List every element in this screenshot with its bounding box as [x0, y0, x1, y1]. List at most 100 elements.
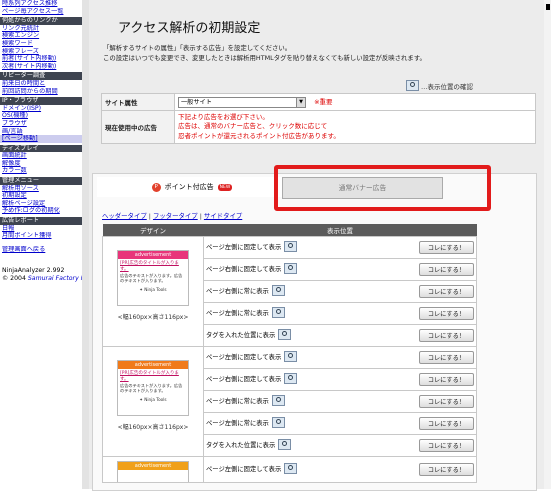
point-icon: P: [151, 182, 161, 192]
highlight-box: [274, 165, 491, 211]
new-badge: NEW: [217, 183, 233, 191]
choose-button[interactable]: コレにする！: [418, 351, 474, 364]
magnifier-icon[interactable]: [284, 373, 298, 384]
choose-button[interactable]: コレにする！: [418, 329, 474, 342]
sidebar-item[interactable]: 月間ポイント獲得: [0, 232, 82, 240]
position-label: ページ右側に固定して表示: [206, 266, 282, 273]
side-type-link[interactable]: サイドタイプ: [204, 212, 242, 220]
ad-title: [PR]広告のタイトルが入ります。: [120, 261, 179, 272]
table-row: advertisement [PR]広告のタイトルが入ります。 広告のテキストが…: [102, 236, 477, 347]
ad-preview: advertisement: [117, 461, 189, 482]
magnifier-icon[interactable]: [278, 439, 292, 450]
magnifier-icon[interactable]: [284, 463, 298, 474]
magnifier-icon[interactable]: [271, 395, 285, 406]
position-label: ページ右側に常に表示: [206, 288, 269, 295]
sidebar-item[interactable]: リンク元統計: [0, 25, 82, 33]
ad-preview-cell: advertisement [PR]広告のタイトルが入ります。 広告のテキストが…: [102, 236, 204, 347]
position-cell: コレにする！ ページ左側に固定して表示: [203, 236, 477, 259]
choose-button[interactable]: コレにする！: [418, 241, 474, 254]
choose-button[interactable]: コレにする！: [418, 439, 474, 452]
sidebar-item[interactable]: 日報: [0, 225, 82, 233]
description-line: 「解析するサイトの属性」「表示する広告」を設定してください。: [103, 44, 292, 52]
right-edge: [544, 0, 551, 489]
footer-type-link[interactable]: フッタータイプ: [153, 212, 198, 220]
site-attr-value: 一般サイト: [181, 98, 212, 106]
table-row: advertisement [PR]広告のタイトルが入ります。 広告のテキストが…: [102, 346, 477, 457]
site-attr-label: サイト属性: [101, 93, 175, 111]
site-attr-select[interactable]: 一般サイト ▼: [178, 96, 306, 108]
footer-version: NinjaAnalyzer 2.992: [2, 267, 65, 275]
sidebar-item[interactable]: 前回訪問からの期間: [0, 88, 82, 96]
ad-text: 広告のテキストが入ります。広告のテキストが入ります。: [120, 273, 183, 283]
position-help-link[interactable]: …表示位置の確認: [406, 80, 473, 91]
sidebar-gutter: [82, 0, 89, 489]
sidebar-item[interactable]: 次者(サイト内移動): [0, 63, 82, 71]
header-type-link[interactable]: ヘッダータイプ: [102, 212, 147, 220]
position-label: ページ左側に固定して表示: [206, 354, 282, 361]
choose-button[interactable]: コレにする！: [418, 307, 474, 320]
sidebar-item[interactable]: 検索フレーズ: [0, 48, 82, 56]
choose-button[interactable]: コレにする！: [418, 373, 474, 386]
magnifier-icon[interactable]: [278, 329, 292, 340]
position-label: ページ左側に常に表示: [206, 420, 269, 427]
ad-type-links: ヘッダータイプ | フッタータイプ | サイドタイプ: [102, 212, 243, 220]
magnifier-icon[interactable]: [284, 351, 298, 362]
choose-button[interactable]: コレにする！: [418, 395, 474, 408]
magnifier-icon[interactable]: [284, 241, 298, 252]
sidebar-item[interactable]: 解像度: [0, 160, 82, 168]
sidebar-item-page-move[interactable]: [ページ移動]: [0, 135, 82, 143]
page-description: 「解析するサイトの属性」「表示する広告」を設定してください。 この設定はいつでも…: [103, 44, 533, 63]
chevron-down-icon: ▼: [296, 97, 305, 107]
sidebar-item[interactable]: 画面統計: [0, 152, 82, 160]
required-note: ※重要: [314, 98, 333, 106]
position-cell: コレにする！ タグを入れた位置に表示: [203, 434, 477, 457]
ad-size-caption: <幅160px×高さ116px>: [117, 314, 189, 321]
sidebar-section-ad-report: 広告レポート: [0, 217, 82, 225]
info-line: 広告は、通常のバナー広告と、クリック数に応じて: [178, 122, 328, 130]
current-ad-info: 下記より広告をお選び下さい。 広告は、通常のバナー広告と、クリック数に応じて 忍…: [174, 109, 536, 144]
tab-point-ads[interactable]: P ポイント付広告 NEW: [97, 177, 287, 197]
magnifier-icon[interactable]: [271, 307, 285, 318]
design-header: デザイン: [102, 224, 204, 237]
sidebar-item[interactable]: 前来日の時間と: [0, 80, 82, 88]
sidebar-back-link[interactable]: 管理画面へ戻る: [0, 246, 82, 254]
sidebar-item[interactable]: OS(機種): [0, 112, 82, 120]
sidebar-item[interactable]: ブラウザ: [0, 120, 82, 128]
magnifier-icon[interactable]: [271, 417, 285, 428]
sidebar-item[interactable]: 前者(サイト内移動): [0, 55, 82, 63]
choose-button[interactable]: コレにする！: [418, 463, 474, 476]
position-label: ページ左側に固定して表示: [206, 466, 282, 473]
sidebar-link-page-access[interactable]: ページ毎アクセス一覧: [0, 8, 82, 16]
ninja-tools-brand: Ninja Tools: [144, 397, 167, 402]
sidebar-item[interactable]: ドメイン(ISP): [0, 105, 82, 113]
settings-table: サイト属性 一般サイト ▼ ※重要 現在使用中の広告 下記より広告をお選び下さい。…: [101, 93, 536, 144]
sidebar-item[interactable]: カラー数: [0, 167, 82, 175]
sidebar-item[interactable]: 解析ページ設定: [0, 200, 82, 208]
ad-size-caption: <幅160px×高さ116px>: [117, 424, 189, 431]
sidebar-item[interactable]: 解析用ソース: [0, 185, 82, 193]
magnifier-icon[interactable]: [271, 285, 285, 296]
sidebar-section-referrer: 何処からのリンクか: [0, 17, 82, 25]
edge-marker: [546, 4, 550, 10]
sidebar-item[interactable]: 初期設定: [0, 192, 82, 200]
sidebar-item[interactable]: 検索エンジン: [0, 32, 82, 40]
sidebar-item[interactable]: 画/言語: [0, 128, 82, 136]
choose-button[interactable]: コレにする！: [418, 285, 474, 298]
choose-button[interactable]: コレにする！: [418, 417, 474, 430]
sidebar-link-timeseries[interactable]: 時系列アクセス推移: [0, 0, 82, 8]
position-help-label: …表示位置の確認: [421, 82, 473, 91]
magnifier-icon[interactable]: [284, 263, 298, 274]
position-cell: コレにする！ ページ右側に常に表示: [203, 390, 477, 413]
position-label: ページ左側に常に表示: [206, 310, 269, 317]
position-cell: コレにする！ ページ左側に常に表示: [203, 412, 477, 435]
sidebar-item[interactable]: 検索ワード: [0, 40, 82, 48]
footer-copyright: © 2004 Samurai Factory Inc: [2, 275, 90, 282]
footer-company-link[interactable]: Samurai Factory Inc: [28, 275, 90, 282]
position-cell: コレにする！ ページ左側に常に表示: [203, 302, 477, 325]
ad-preview-cell: advertisement: [102, 456, 204, 483]
position-label: ページ左側に固定して表示: [206, 244, 282, 251]
choose-button[interactable]: コレにする！: [418, 263, 474, 276]
position-label: ページ右側に固定して表示: [206, 376, 282, 383]
sidebar-item[interactable]: 予め作:ログの初期化: [0, 207, 82, 215]
ninja-tools-brand: Ninja Tools: [144, 287, 167, 292]
